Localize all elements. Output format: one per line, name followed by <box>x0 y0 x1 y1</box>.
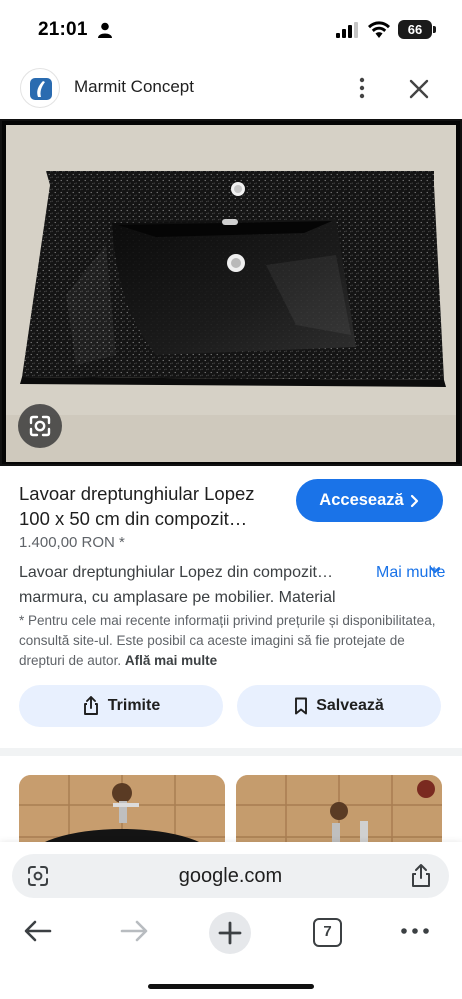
disclaimer: * Pentru cele mai recente informații pri… <box>19 611 445 671</box>
browser-toolbar: google.com 7 <box>0 842 462 999</box>
product-image[interactable] <box>0 119 462 466</box>
disclaimer-text: * Pentru cele mai recente informații pri… <box>19 613 436 668</box>
wifi-icon <box>368 21 390 38</box>
save-label: Salvează <box>316 697 384 714</box>
status-time: 21:01 <box>38 19 88 40</box>
product-description: Lavoar dreptunghiular Lopez din compozit… <box>19 564 336 606</box>
product-price: 1.400,00 RON * <box>19 534 125 551</box>
share-label: Trimite <box>107 697 161 714</box>
visit-label: Accesează <box>319 491 404 509</box>
lens-button[interactable] <box>18 404 62 448</box>
signal-icon <box>336 22 358 38</box>
product-title[interactable]: Lavoar dreptunghiular Lopez 100 x 50 cm … <box>19 481 287 531</box>
more-vert-icon[interactable] <box>350 74 374 102</box>
tab-switcher-button[interactable]: 7 <box>313 918 342 947</box>
site-name: Marmit Concept <box>74 77 194 96</box>
plus-icon <box>218 921 242 945</box>
site-header: Marmit Concept <box>0 62 462 116</box>
chevron-down-icon[interactable] <box>428 563 442 577</box>
site-logo-mark <box>30 78 52 100</box>
product-photo <box>6 125 456 462</box>
share-icon[interactable] <box>410 863 432 889</box>
chevron-right-icon <box>410 494 418 507</box>
bookmark-icon <box>295 697 308 715</box>
arrow-forward-icon[interactable] <box>118 918 150 944</box>
visit-button[interactable]: Accesează <box>296 479 443 522</box>
site-logo <box>20 68 60 108</box>
status-bar: 21:01 66 <box>0 0 462 58</box>
battery-icon: 66 <box>398 20 436 39</box>
person-icon <box>98 22 112 38</box>
learn-more-link[interactable]: Află mai multe <box>125 653 217 668</box>
share-button[interactable]: Trimite <box>19 685 223 727</box>
arrow-back-icon[interactable] <box>22 918 54 944</box>
section-divider <box>0 748 462 756</box>
home-indicator <box>148 984 314 989</box>
share-icon <box>83 696 98 715</box>
google-lens-icon <box>29 415 51 437</box>
more-horiz-icon[interactable] <box>400 926 430 936</box>
close-icon[interactable] <box>404 74 434 104</box>
new-tab-button[interactable] <box>209 912 251 954</box>
url-text: google.com <box>178 865 283 887</box>
save-button[interactable]: Salvează <box>237 685 441 727</box>
address-bar[interactable]: google.com <box>12 854 449 898</box>
